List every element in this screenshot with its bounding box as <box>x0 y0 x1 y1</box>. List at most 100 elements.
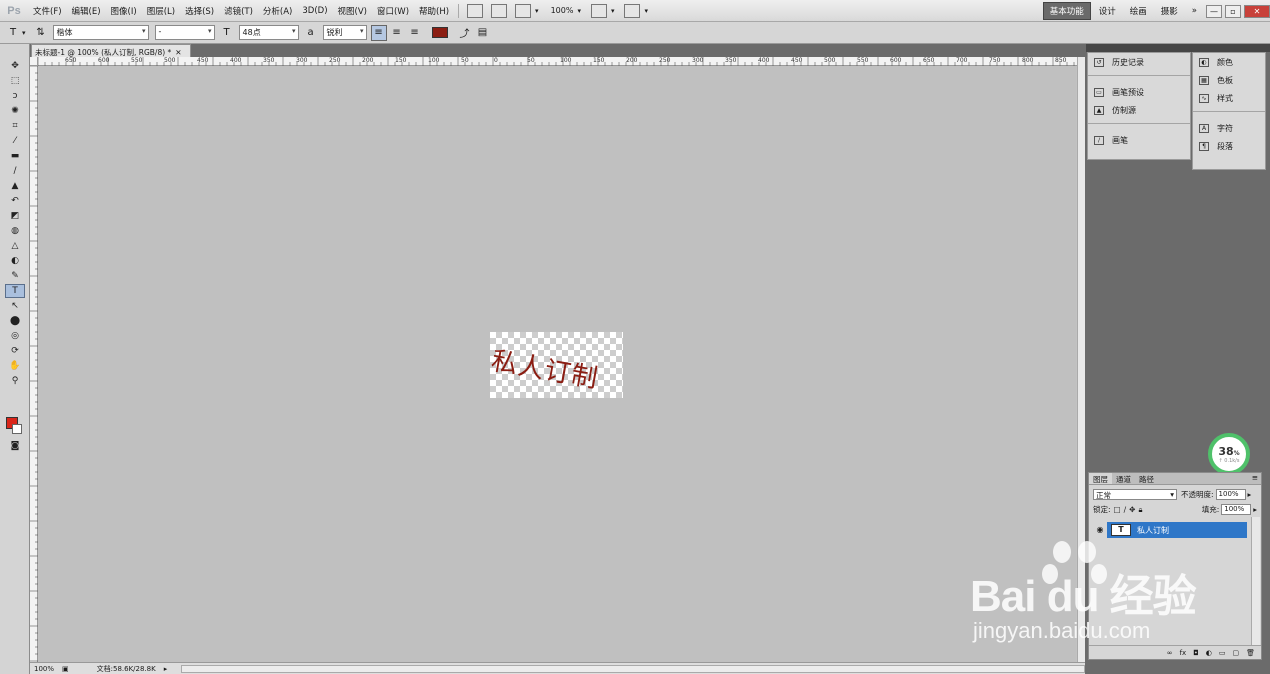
chevron-down-icon[interactable]: ▾ <box>535 7 539 15</box>
status-icon[interactable]: ▣ <box>62 665 69 673</box>
menu-select[interactable]: 选择(S) <box>180 5 219 17</box>
fill-field[interactable]: 100% <box>1221 504 1252 515</box>
zoom-level[interactable]: 100% <box>551 6 574 15</box>
antialias-select[interactable]: 锐利 ▾ <box>322 25 367 40</box>
delete-layer-icon[interactable]: 🗑︎ <box>1246 649 1255 657</box>
menu-filter[interactable]: 滤镜(T) <box>219 5 258 17</box>
menu-edit[interactable]: 编辑(E) <box>67 5 106 17</box>
lock-transparent-icon[interactable]: □ <box>1114 505 1121 514</box>
chevron-down-icon[interactable]: ▾ <box>644 7 648 15</box>
layers-scrollbar[interactable] <box>1251 517 1260 645</box>
lock-position-icon[interactable]: ✥ <box>1129 505 1135 514</box>
menu-help[interactable]: 帮助(H) <box>414 5 454 17</box>
background-color-swatch[interactable] <box>12 424 22 434</box>
opacity-field[interactable]: 100% <box>1215 489 1246 500</box>
panel-character[interactable]: A 字符 <box>1193 119 1265 137</box>
status-zoom[interactable]: 100% <box>34 665 54 673</box>
panel-brush-presets[interactable]: ▭ 画笔预设 <box>1088 83 1190 101</box>
warp-text-icon[interactable]: ⤴ <box>457 25 473 41</box>
tab-paths[interactable]: 路径 <box>1135 473 1158 484</box>
arrange-documents-icon[interactable] <box>590 3 607 18</box>
panel-history[interactable]: ↺ 历史记录 <box>1088 53 1190 71</box>
eraser-tool-icon[interactable]: ◩ <box>5 209 25 223</box>
menu-3d[interactable]: 3D(D) <box>297 6 332 16</box>
chevron-right-icon[interactable]: ▸ <box>1248 490 1252 499</box>
status-doc-size[interactable]: 文档:58.6K/28.8K <box>97 664 156 674</box>
speed-indicator[interactable]: 38% ↑ 0.1k/s <box>1208 433 1250 475</box>
chevron-down-icon[interactable]: ▾ <box>22 29 26 37</box>
screen-mode-icon[interactable] <box>624 3 641 18</box>
menu-view[interactable]: 视图(V) <box>333 5 372 17</box>
clone-stamp-tool-icon[interactable]: ▲ <box>5 179 25 193</box>
new-group-icon[interactable]: ▭ <box>1219 649 1226 657</box>
text-color-swatch[interactable] <box>431 27 448 38</box>
history-brush-tool-icon[interactable]: ↶ <box>5 194 25 208</box>
menu-layer[interactable]: 图层(L) <box>142 5 180 17</box>
canvas-text-layer[interactable]: 私人订制 <box>490 340 602 395</box>
font-style-select[interactable]: - ▾ <box>154 25 215 40</box>
align-right-icon[interactable]: ≡ <box>407 25 423 41</box>
ruler-origin[interactable] <box>30 57 38 66</box>
dock-collapse-bar[interactable] <box>1086 44 1270 52</box>
brush-tool-icon[interactable]: ∕ <box>5 164 25 178</box>
workspace-essentials[interactable]: 基本功能 <box>1042 2 1091 20</box>
workspace-more-button[interactable]: » <box>1186 4 1203 18</box>
lock-image-icon[interactable]: ∕ <box>1124 505 1127 514</box>
text-orientation-icon[interactable]: ⇅ <box>33 25 49 41</box>
menu-file[interactable]: 文件(F) <box>28 5 67 17</box>
vertical-ruler[interactable] <box>30 65 38 662</box>
3d-orbit-tool-icon[interactable]: ⟳ <box>5 344 25 358</box>
mini-bridge-icon[interactable] <box>491 3 508 18</box>
zoom-tool-icon[interactable]: ⚲ <box>5 374 25 388</box>
eyedropper-tool-icon[interactable]: ⁄ <box>5 134 25 148</box>
path-selection-tool-icon[interactable]: ↖ <box>5 299 25 313</box>
chevron-down-icon[interactable]: ▾ <box>611 7 615 15</box>
new-layer-icon[interactable]: ▢ <box>1232 649 1239 657</box>
panel-color[interactable]: ◐ 颜色 <box>1193 53 1265 71</box>
crop-tool-icon[interactable]: ⌗ <box>5 119 25 133</box>
workspace-photography[interactable]: 摄影 <box>1155 3 1184 19</box>
paint-bucket-tool-icon[interactable]: ◍ <box>5 224 25 238</box>
font-family-select[interactable]: 楷体 ▾ <box>52 25 149 40</box>
panel-styles[interactable]: ∿ 样式 <box>1193 89 1265 107</box>
type-tool-preset-icon[interactable]: T <box>5 25 21 41</box>
layer-row[interactable]: ◉ T 私人订制 <box>1093 522 1247 538</box>
align-center-icon[interactable]: ≡ <box>389 25 405 41</box>
chevron-right-icon[interactable]: ▸ <box>1253 505 1257 514</box>
close-tab-icon[interactable]: ✕ <box>175 48 181 57</box>
restore-button[interactable]: ▫ <box>1225 4 1241 18</box>
workspace-painting[interactable]: 绘画 <box>1124 3 1153 19</box>
blur-tool-icon[interactable]: △ <box>5 239 25 253</box>
quick-selection-tool-icon[interactable]: ✺ <box>5 104 25 118</box>
blend-mode-select[interactable]: 正常 ▾ <box>1093 489 1177 500</box>
status-menu-icon[interactable]: ▸ <box>164 665 168 673</box>
extras-icon[interactable] <box>515 3 532 18</box>
layer-name[interactable]: 私人订制 <box>1137 525 1169 536</box>
character-panel-icon[interactable]: ▤ <box>475 25 491 41</box>
tab-layers[interactable]: 图层 <box>1089 473 1112 484</box>
panel-clone-source[interactable]: ▲ 仿制源 <box>1088 101 1190 119</box>
workspace-design[interactable]: 设计 <box>1093 3 1122 19</box>
panel-brush[interactable]: ∕ 画笔 <box>1088 131 1190 149</box>
shape-tool-icon[interactable]: ⬤ <box>5 314 25 328</box>
panel-menu-icon[interactable]: ≡ <box>1252 473 1261 484</box>
panel-paragraph[interactable]: ¶ 段落 <box>1193 137 1265 155</box>
document-tab[interactable]: 未标题-1 @ 100% (私人订制, RGB/8) * ✕ <box>31 44 191 58</box>
lock-all-icon[interactable]: 🔒︎ <box>1138 505 1142 515</box>
horizontal-scrollbar[interactable] <box>181 664 1085 673</box>
healing-brush-tool-icon[interactable]: ▬ <box>5 149 25 163</box>
bridge-icon[interactable] <box>467 3 484 18</box>
panel-swatches[interactable]: ▦ 色板 <box>1193 71 1265 89</box>
lasso-tool-icon[interactable]: ↄ <box>5 89 25 103</box>
eye-icon[interactable]: ◉ <box>1093 522 1107 538</box>
move-tool-icon[interactable]: ✥ <box>5 59 25 73</box>
type-tool-icon[interactable]: T <box>5 284 25 298</box>
quick-mask-icon[interactable]: ◙ <box>5 439 25 453</box>
minimize-button[interactable]: — <box>1206 4 1222 18</box>
close-window-button[interactable]: ✕ <box>1244 4 1270 18</box>
menu-analysis[interactable]: 分析(A) <box>258 5 297 17</box>
font-size-select[interactable]: 48点 ▾ <box>238 25 299 40</box>
pen-tool-icon[interactable]: ✎ <box>5 269 25 283</box>
marquee-tool-icon[interactable]: ⬚ <box>5 74 25 88</box>
dodge-tool-icon[interactable]: ◐ <box>5 254 25 268</box>
